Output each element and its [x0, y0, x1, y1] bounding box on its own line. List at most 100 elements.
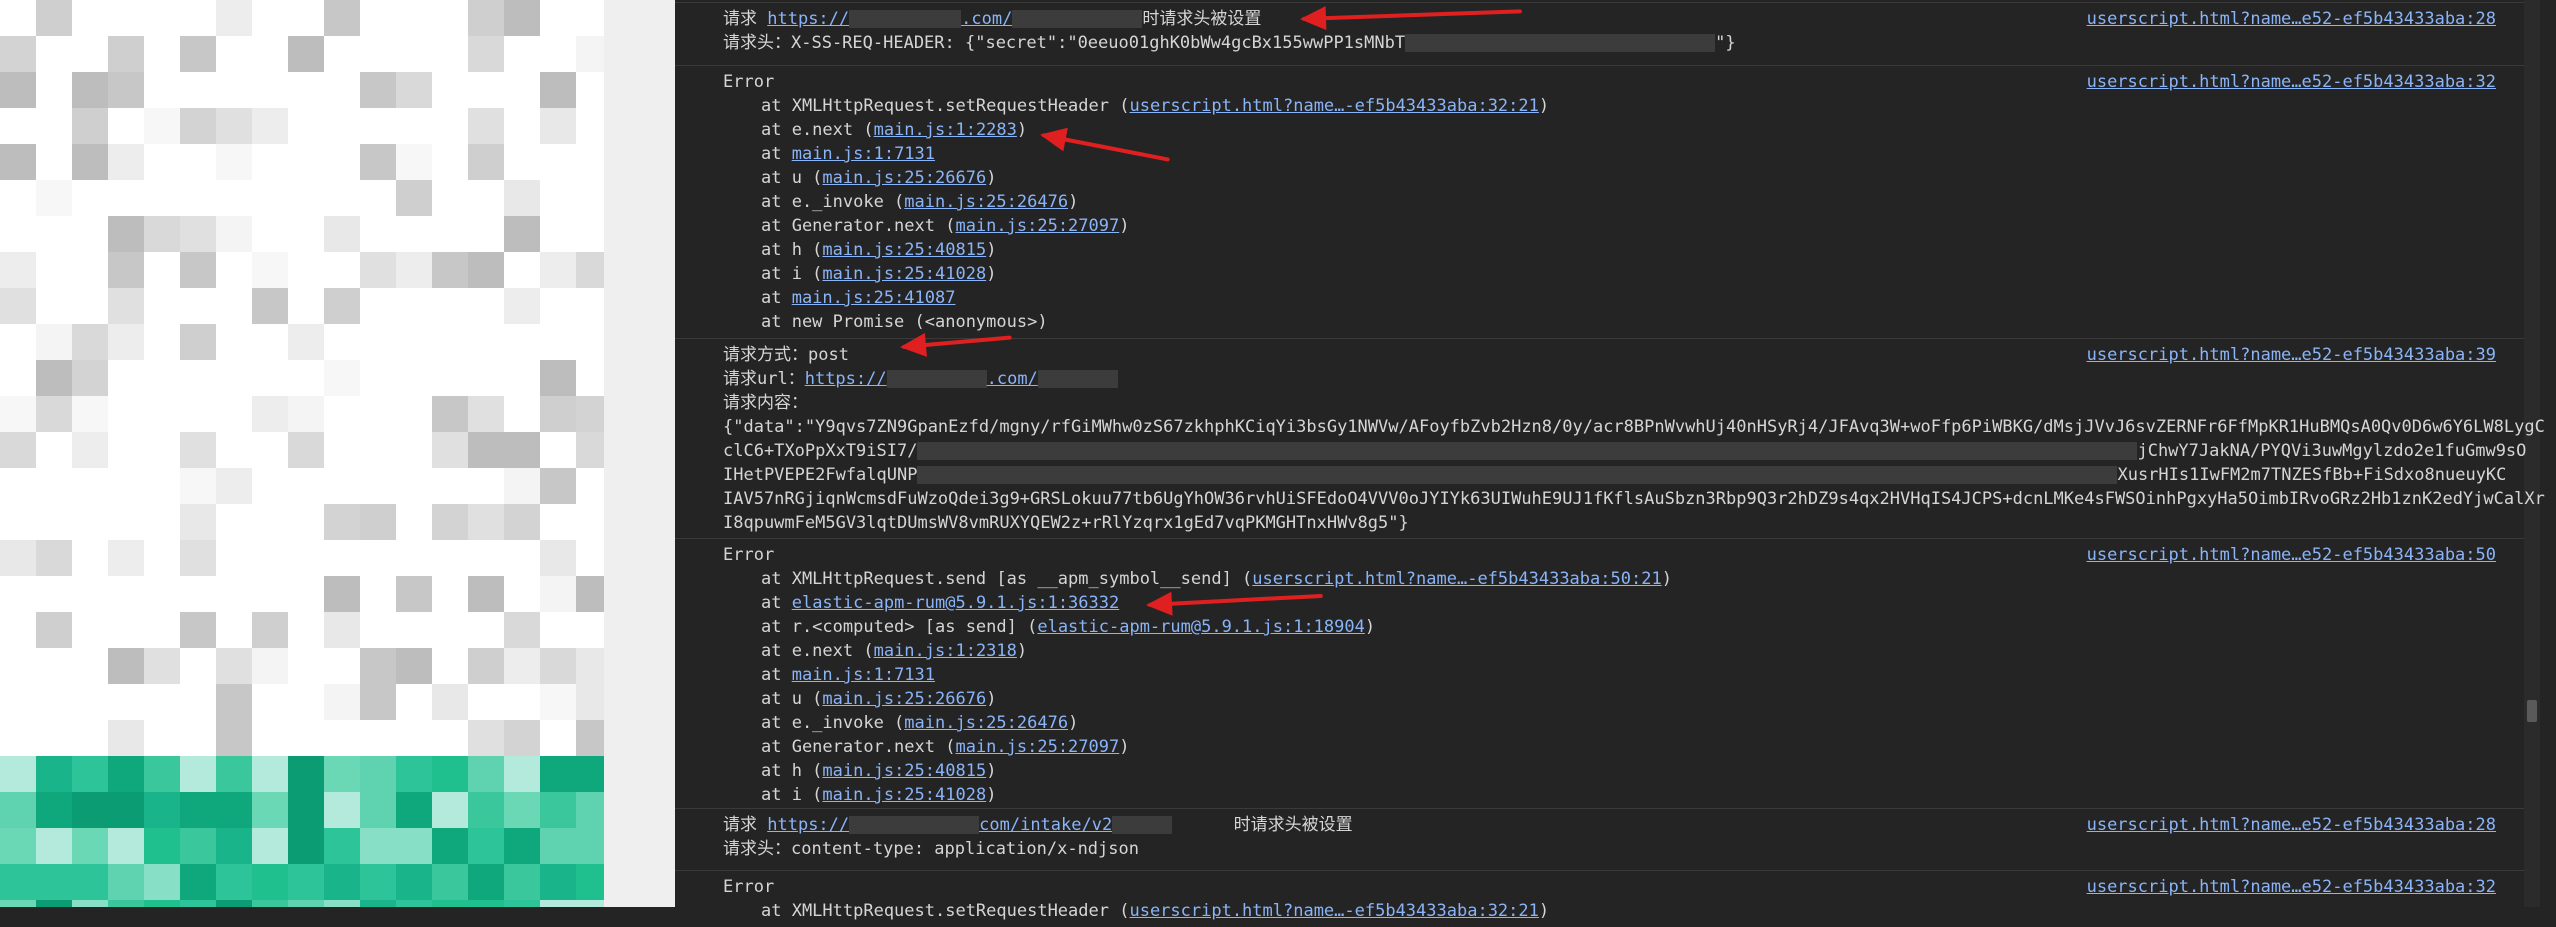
source-link[interactable]: main.js:25:40815: [822, 761, 986, 781]
source-link[interactable]: userscript.html?name…-ef5b43433aba:50:21: [1252, 569, 1661, 589]
mosaic-tile: [144, 756, 180, 792]
mosaic-tile: [216, 252, 252, 288]
mosaic-tile: [360, 396, 396, 432]
redacted-region: [849, 10, 962, 28]
mosaic-tile: [360, 324, 396, 360]
stack-frame: at main.js:1:7131: [761, 663, 935, 687]
source-link[interactable]: main.js:1:7131: [792, 144, 935, 164]
mosaic-tile: [216, 396, 252, 432]
mosaic-tile: [432, 468, 468, 504]
mosaic-tile: [216, 36, 252, 72]
mosaic-tile: [504, 720, 540, 756]
source-link[interactable]: userscript.html?name…-ef5b43433aba:32:21: [1129, 96, 1538, 116]
mosaic-tile: [180, 216, 216, 252]
message-source-link[interactable]: userscript.html?name…e52-ef5b43433aba:28: [2087, 7, 2496, 31]
mosaic-tile: [36, 252, 72, 288]
stack-frame: at XMLHttpRequest.send [as __apm_symbol_…: [761, 567, 1672, 591]
mosaic-tile: [0, 576, 36, 612]
mosaic-tile: [468, 144, 504, 180]
source-link[interactable]: .com/: [987, 369, 1038, 389]
text-segment: 请求url：: [723, 369, 805, 389]
source-link[interactable]: main.js:25:41028: [822, 785, 986, 805]
stack-frame: at e.next (main.js:1:2283): [761, 118, 1027, 142]
source-link[interactable]: elastic-apm-rum@5.9.1.js:1:18904: [1037, 617, 1365, 637]
source-link[interactable]: https://: [805, 369, 887, 389]
message-source-link[interactable]: userscript.html?name…e52-ef5b43433aba:28: [2087, 813, 2496, 837]
mosaic-tile: [36, 756, 72, 792]
text-segment: "}: [1715, 33, 1736, 53]
mosaic-tile: [288, 432, 324, 468]
mosaic-tile: [288, 360, 324, 396]
mosaic-tile: [288, 396, 324, 432]
devtools-console-panel[interactable]: 请求 https:// .com/时请求头被设置 userscript.html?n…: [675, 0, 2545, 921]
mosaic-tile: [360, 648, 396, 684]
mosaic-tile: [108, 36, 144, 72]
text-segment: at i (: [761, 264, 823, 284]
source-link[interactable]: main.js:25:41087: [792, 288, 956, 308]
mosaic-tile: [216, 432, 252, 468]
text-segment: ): [1364, 617, 1376, 637]
message-source-link[interactable]: userscript.html?name…e52-ef5b43433aba:50: [2087, 543, 2496, 567]
message-source-link[interactable]: userscript.html?name…e52-ef5b43433aba:32: [2087, 70, 2496, 94]
text-segment: at h (: [761, 240, 823, 260]
mosaic-tile: [108, 252, 144, 288]
scrollbar-thumb[interactable]: [2527, 700, 2537, 722]
mosaic-tile: [468, 324, 504, 360]
console-line: 请求头：X-SS-REQ-HEADER: {"secret":"0eeuo01g…: [723, 31, 1736, 55]
mosaic-tile: [360, 756, 396, 792]
source-link[interactable]: main.js:25:41028: [822, 264, 986, 284]
mosaic-tile: [108, 576, 144, 612]
source-link[interactable]: main.js:25:26476: [904, 713, 1068, 733]
mosaic-tile: [468, 36, 504, 72]
source-link[interactable]: https://: [767, 9, 849, 29]
source-link[interactable]: main.js:1:2318: [874, 641, 1017, 661]
source-link[interactable]: main.js:25:26676: [822, 689, 986, 709]
source-link[interactable]: com/intake/v2: [979, 815, 1112, 835]
mosaic-tile: [360, 864, 396, 900]
mosaic-tile: [540, 648, 576, 684]
source-link[interactable]: main.js:1:7131: [792, 665, 935, 685]
mosaic-tile: [360, 252, 396, 288]
mosaic-tile: [216, 0, 252, 36]
mosaic-tile: [0, 468, 36, 504]
mosaic-tile: [324, 576, 360, 612]
mosaic-tile: [540, 360, 576, 396]
mosaic-tile: [432, 144, 468, 180]
mosaic-tile: [108, 684, 144, 720]
source-link[interactable]: main.js:25:26476: [904, 192, 1068, 212]
mosaic-tile: [36, 288, 72, 324]
mosaic-tile: [540, 0, 576, 36]
source-link[interactable]: main.js:25:27097: [955, 737, 1119, 757]
redacted-region: [917, 442, 2138, 460]
source-link[interactable]: main.js:25:27097: [955, 216, 1119, 236]
mosaic-tile: [504, 324, 540, 360]
console-line: Error: [723, 70, 774, 94]
mosaic-tile: [288, 324, 324, 360]
source-link[interactable]: .com/: [961, 9, 1012, 29]
mosaic-tile: [36, 720, 72, 756]
source-link[interactable]: userscript.html?name…-ef5b43433aba:32:21: [1129, 901, 1538, 921]
mosaic-tile: [396, 72, 432, 108]
console-message: 请求 https:// com/intake/v2 时请求头被设置 userscri…: [675, 808, 2524, 865]
source-link[interactable]: main.js:25:40815: [822, 240, 986, 260]
source-link[interactable]: main.js:1:2283: [874, 120, 1017, 140]
stack-frame: at XMLHttpRequest.setRequestHeader (user…: [761, 899, 1549, 923]
stack-frame: at e.next (main.js:1:2318): [761, 639, 1027, 663]
mosaic-tile: [72, 72, 108, 108]
mosaic-tile: [468, 288, 504, 324]
mosaic-tile: [540, 288, 576, 324]
source-link[interactable]: https://: [767, 815, 849, 835]
mosaic-tile: [504, 288, 540, 324]
text-segment: ): [986, 264, 997, 284]
source-link[interactable]: elastic-apm-rum@5.9.1.js:1:36332: [792, 593, 1120, 613]
mosaic-tile: [288, 900, 324, 907]
message-source-link[interactable]: userscript.html?name…e52-ef5b43433aba:39: [2087, 343, 2496, 367]
mosaic-tile: [72, 900, 108, 907]
mosaic-tile: [468, 540, 504, 576]
mosaic-tile: [144, 720, 180, 756]
mosaic-tile: [252, 180, 288, 216]
mosaic-tile: [0, 288, 36, 324]
source-link[interactable]: main.js:25:26676: [822, 168, 986, 188]
mosaic-tile: [108, 612, 144, 648]
message-source-link[interactable]: userscript.html?name…e52-ef5b43433aba:32: [2087, 875, 2496, 899]
